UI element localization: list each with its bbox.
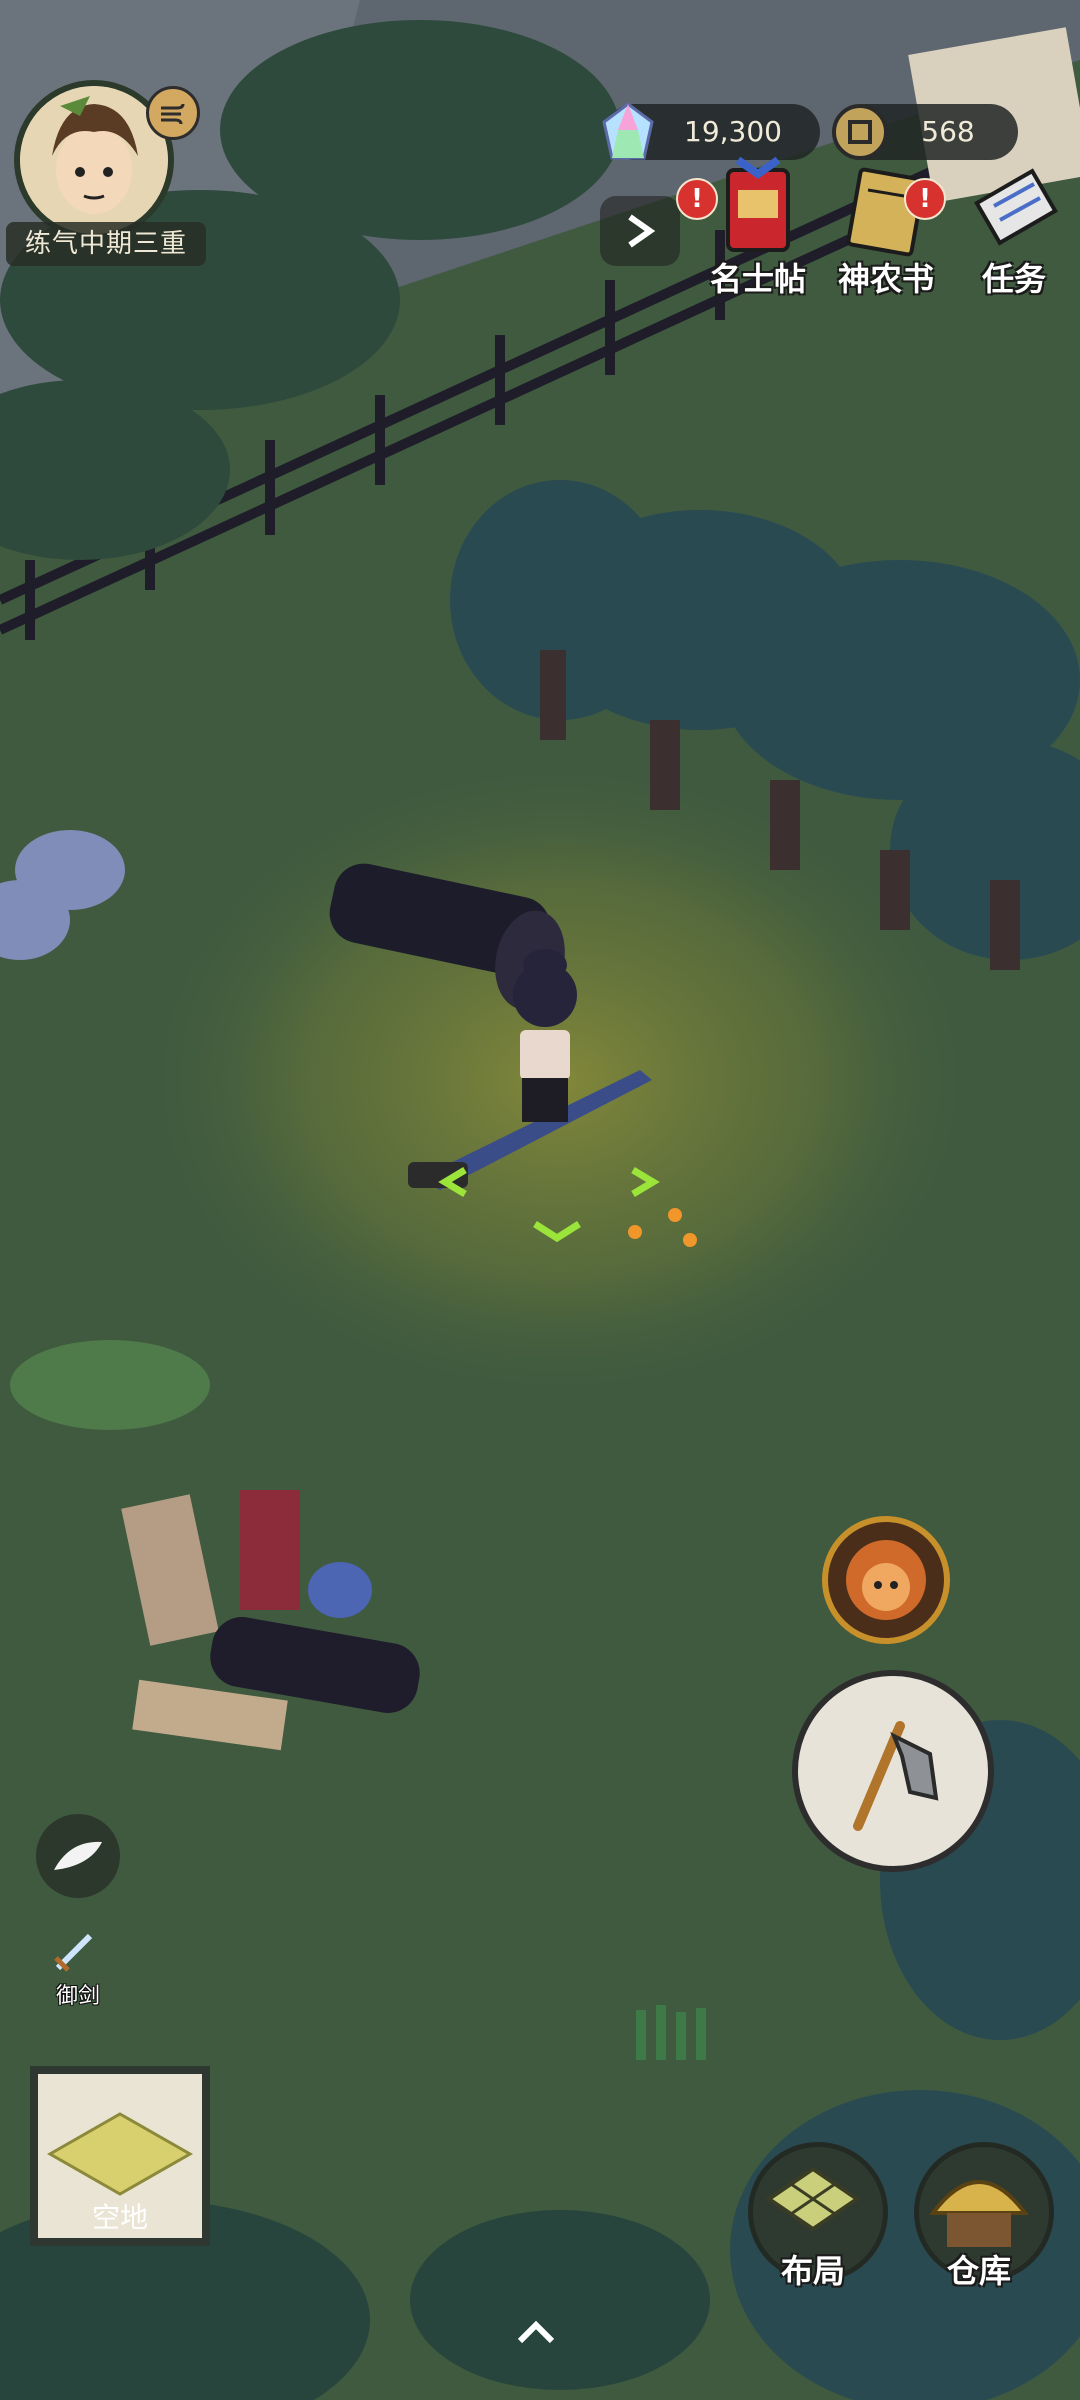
avatar-settings-button[interactable] (146, 86, 200, 140)
menu-item-label: 神农书 (837, 260, 934, 298)
grass-bush (10, 1340, 210, 1430)
menu-shennong-shu[interactable]: ! 神农书 (826, 150, 946, 300)
expand-panel-button[interactable] (494, 2290, 578, 2374)
menu-tasks[interactable]: 任务 (954, 150, 1074, 300)
alert-badge: ! (904, 178, 946, 220)
fire-demon-icon (846, 1540, 926, 1620)
chevron-up-icon (517, 2320, 555, 2344)
crystal-icon (602, 102, 654, 160)
leaf-toggle-button[interactable] (36, 1814, 120, 1898)
menu-mingshi-tie[interactable]: ! 名士帖 (676, 150, 818, 300)
menu-item-label: 任务 (981, 260, 1046, 298)
storage-label: 仓库 (946, 2252, 1011, 2290)
skill-button[interactable] (822, 1516, 950, 1644)
wind-icon (161, 103, 185, 124)
chevron-right-icon (628, 214, 656, 248)
collapse-menu-button[interactable] (600, 196, 680, 266)
chop-action-button[interactable] (792, 1670, 994, 1872)
hero-character (513, 949, 577, 1122)
alert-badge: ! (676, 178, 718, 220)
axe-icon (853, 1721, 939, 1831)
game-world[interactable] (0, 0, 1080, 2400)
sword-flight-label: 御剑 (55, 1984, 100, 2009)
sword-icon (54, 1933, 93, 1972)
menu-item-label: 名士帖 (709, 260, 806, 298)
layout-label: 布局 (780, 2252, 845, 2290)
tile-selector-label: 空地 (91, 2201, 148, 2234)
leaf-icon (54, 1841, 102, 1870)
cultivation-level-label: 练气中期三重 (6, 222, 206, 266)
scroll-icon (974, 168, 1058, 246)
